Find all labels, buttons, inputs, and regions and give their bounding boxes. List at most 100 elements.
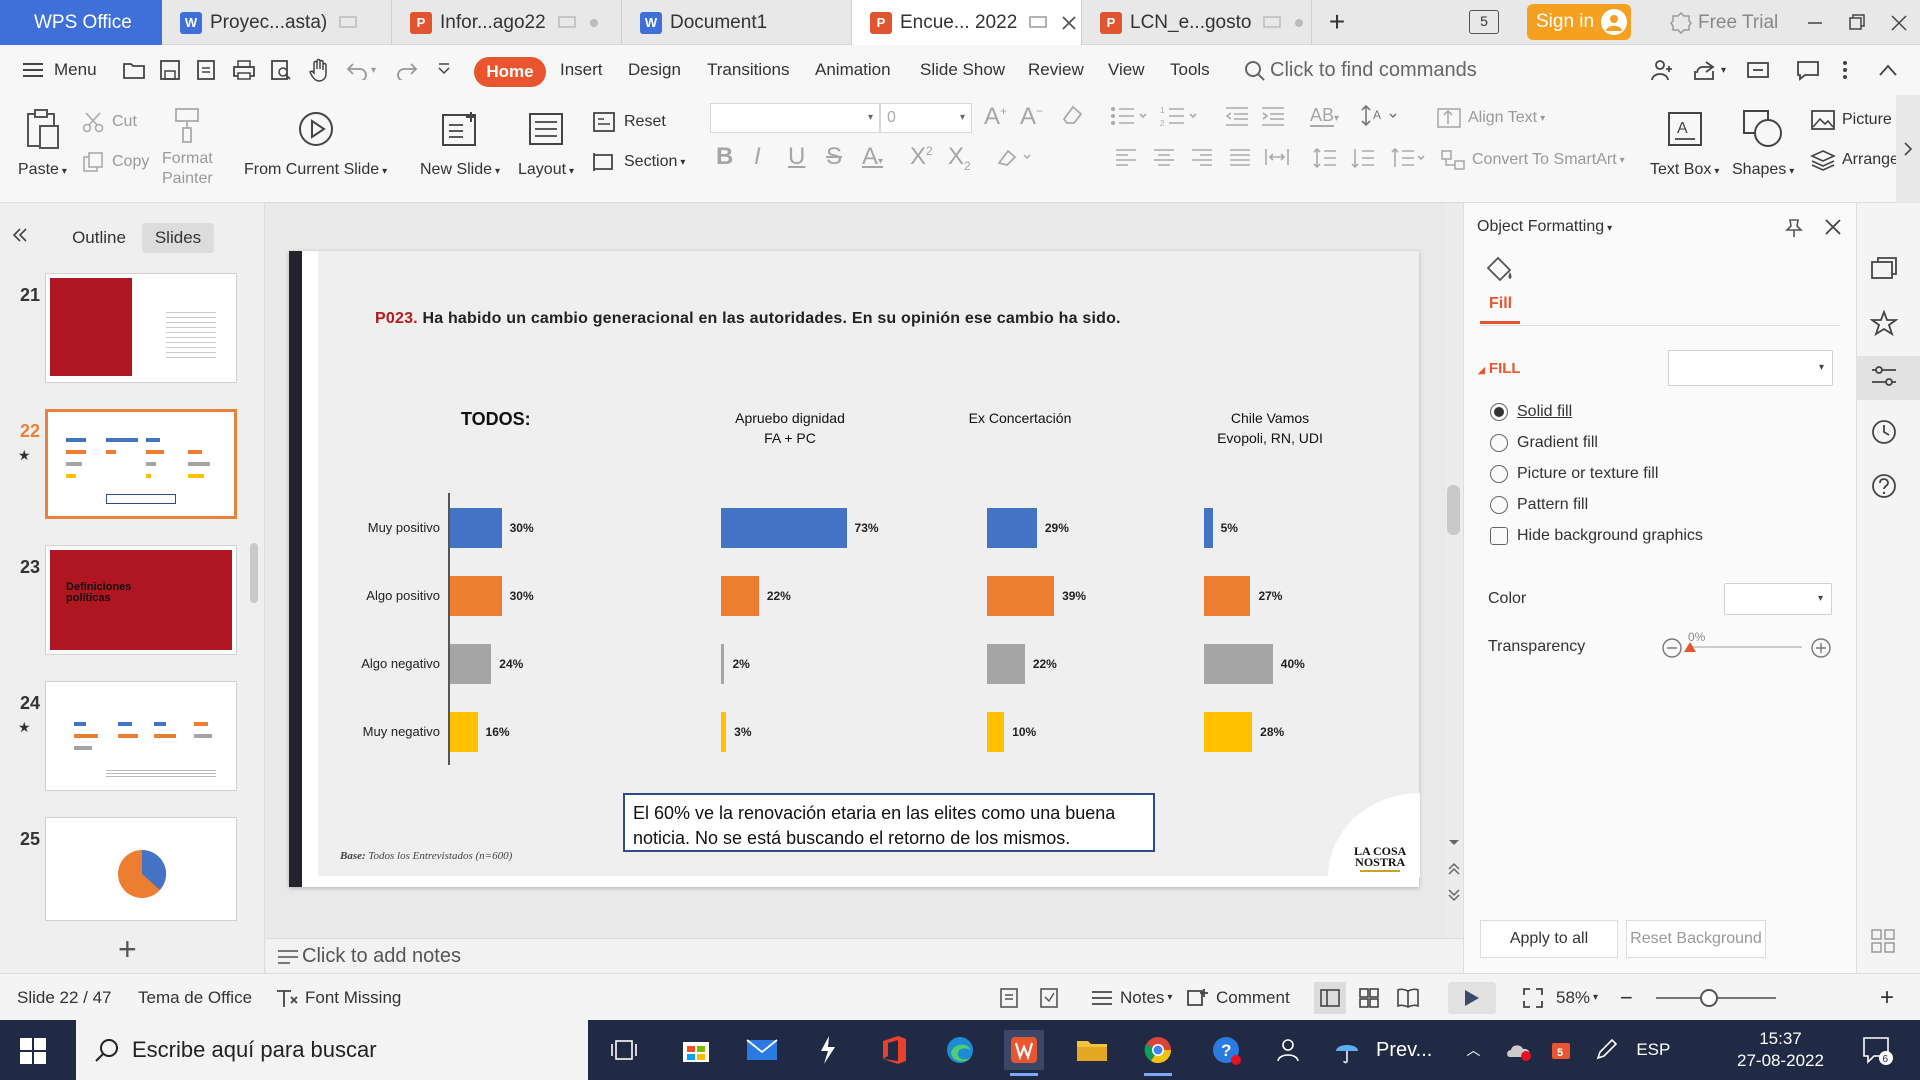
object-formatting-title[interactable]: Object Formatting ▾ (1477, 218, 1612, 236)
fill-bucket-icon[interactable] (1484, 254, 1516, 284)
spacing-options-icon[interactable] (1390, 147, 1426, 169)
collapse-panel-icon[interactable] (10, 225, 30, 245)
picture-texture-fill-radio[interactable]: Picture or texture fill (1490, 465, 1658, 483)
help-icon[interactable] (1870, 472, 1906, 508)
tab-slide-show[interactable]: Slide Show (920, 45, 1005, 95)
open-windows-count[interactable]: 5 (1469, 10, 1499, 34)
slide-thumb-23[interactable]: 23 Definiciones políticas (0, 545, 250, 657)
align-left-icon[interactable] (1114, 147, 1138, 167)
pen-tray-icon[interactable] (1594, 1038, 1618, 1062)
sign-in-button[interactable]: Sign in (1527, 4, 1631, 40)
properties-sliders-icon[interactable] (1870, 362, 1906, 398)
line-spacing-sort-icon[interactable]: A (1360, 103, 1400, 129)
language-indicator[interactable]: ESP (1636, 1040, 1670, 1060)
italic-icon[interactable]: I (754, 143, 761, 171)
canvas-scrollbar[interactable] (1446, 203, 1463, 938)
undo-icon[interactable]: ▾ (346, 45, 376, 95)
distribute-icon[interactable] (1264, 147, 1290, 167)
prev-slide-icon[interactable] (1447, 862, 1461, 876)
wps-tray-icon[interactable]: 5 (1550, 1039, 1576, 1061)
increase-font-icon[interactable]: A+ (984, 103, 1007, 131)
notes-toggle[interactable]: Notes ▾ (1090, 974, 1172, 1021)
highlight-icon[interactable] (996, 145, 1032, 169)
add-slide-button[interactable]: + (118, 931, 137, 968)
zoom-level-dropdown[interactable]: 58% ▾ (1556, 974, 1598, 1021)
fit-slide-icon[interactable] (1038, 974, 1060, 1021)
close-window-icon[interactable] (1884, 8, 1914, 38)
color-dropdown[interactable]: ▾ (1724, 583, 1832, 615)
tab-review[interactable]: Review (1028, 45, 1084, 95)
bold-icon[interactable]: B (716, 143, 733, 171)
fill-type-dropdown[interactable]: ▾ (1668, 350, 1833, 386)
notification-center-icon[interactable]: 6 (1860, 1034, 1896, 1066)
paragraph-spacing-icon[interactable] (1350, 147, 1376, 169)
slide-sorter-view-icon[interactable] (1358, 974, 1380, 1021)
people-app-icon[interactable] (1268, 1030, 1308, 1070)
font-color-icon[interactable]: A▾ (862, 143, 883, 171)
from-current-slide-button[interactable]: From Current Slide ▾ (244, 105, 387, 179)
align-right-icon[interactable] (1190, 147, 1214, 167)
strikethrough-icon[interactable]: S (826, 143, 842, 171)
text-box-button[interactable]: A Text Box ▾ (1650, 105, 1719, 179)
reading-view-icon[interactable] (998, 974, 1020, 1021)
tab-outline[interactable]: Outline (62, 223, 136, 253)
chevron-up-icon[interactable]: ︿ (1466, 1040, 1480, 1060)
tab-design[interactable]: Design (628, 45, 681, 95)
share-icon[interactable]: ▾ (1692, 45, 1726, 95)
tab-animation[interactable]: Animation (815, 45, 891, 95)
chrome-icon[interactable] (1138, 1030, 1178, 1076)
font-name-select[interactable]: ▾ (710, 103, 880, 133)
layout-button[interactable]: Layout ▾ (518, 105, 574, 179)
weather-label[interactable]: Prev... (1376, 1039, 1432, 1062)
increase-indent-icon[interactable] (1260, 105, 1286, 127)
command-search[interactable]: Click to find commands (1244, 59, 1477, 82)
office-icon[interactable] (874, 1030, 914, 1070)
transparency-slider[interactable] (1690, 646, 1802, 648)
tab-fill[interactable]: Fill (1489, 295, 1512, 313)
doc-tab-lcn[interactable]: P LCN_e...gosto (1082, 0, 1312, 45)
grid-apps-icon[interactable] (1870, 928, 1906, 964)
line-spacing-icon[interactable] (1312, 147, 1338, 169)
transparency-plus-icon[interactable] (1810, 637, 1832, 659)
reading-book-view-icon[interactable] (1396, 974, 1420, 1021)
help-app-icon[interactable]: ? (1206, 1030, 1246, 1070)
reset-background-button[interactable]: Reset Background (1626, 920, 1766, 958)
collapse-ribbon-icon[interactable] (1746, 45, 1770, 95)
decrease-font-icon[interactable]: A− (1020, 103, 1043, 131)
section-button[interactable]: Section ▾ (592, 151, 685, 173)
tab-tools[interactable]: Tools (1170, 45, 1210, 95)
doc-tab-informe[interactable]: P Infor...ago22 (392, 0, 622, 45)
more-options-icon[interactable] (1842, 45, 1848, 95)
solid-fill-radio[interactable]: Solid fill (1490, 403, 1572, 421)
hide-background-checkbox[interactable]: Hide background graphics (1490, 527, 1703, 545)
doc-tab-proyecto[interactable]: W Proyec...asta) (162, 0, 392, 45)
justify-icon[interactable] (1228, 147, 1252, 167)
customize-quick-access-icon[interactable] (436, 45, 452, 95)
main-menu-button[interactable]: Menu (22, 45, 97, 95)
paste-button[interactable]: Paste ▾ (18, 105, 67, 179)
bullets-icon[interactable] (1110, 105, 1150, 127)
print-icon[interactable] (232, 45, 256, 95)
underline-icon[interactable]: U (788, 143, 805, 171)
clear-format-icon[interactable] (1060, 103, 1084, 127)
slide-thumb-22[interactable]: 22 ★ (0, 409, 250, 521)
wps-office-taskbar-icon[interactable] (1004, 1030, 1044, 1076)
pen-app-icon[interactable] (808, 1030, 848, 1070)
notes-pane[interactable]: Click to add notes (266, 938, 1463, 973)
history-icon[interactable] (1870, 418, 1906, 454)
align-text-button[interactable]: Align Text ▾ (1436, 107, 1545, 129)
microsoft-store-icon[interactable] (676, 1030, 716, 1070)
close-tab-icon[interactable] (1061, 15, 1077, 31)
pin-icon[interactable] (1784, 218, 1804, 238)
share-user-icon[interactable] (1650, 45, 1674, 95)
text-direction-icon[interactable]: AB▾ (1310, 105, 1339, 127)
comment-toggle[interactable]: Comment (1186, 974, 1290, 1021)
minimize-icon[interactable] (1800, 8, 1830, 38)
fit-window-icon[interactable] (1522, 974, 1544, 1021)
transparency-minus-icon[interactable] (1661, 637, 1683, 659)
tab-view[interactable]: View (1108, 45, 1145, 95)
shapes-button[interactable]: Shapes ▾ (1732, 105, 1794, 179)
doc-tab-encuesta[interactable]: P Encue... 2022 (852, 0, 1082, 45)
free-trial-button[interactable]: Free Trial (1670, 0, 1778, 45)
tab-home[interactable]: Home (474, 57, 546, 87)
